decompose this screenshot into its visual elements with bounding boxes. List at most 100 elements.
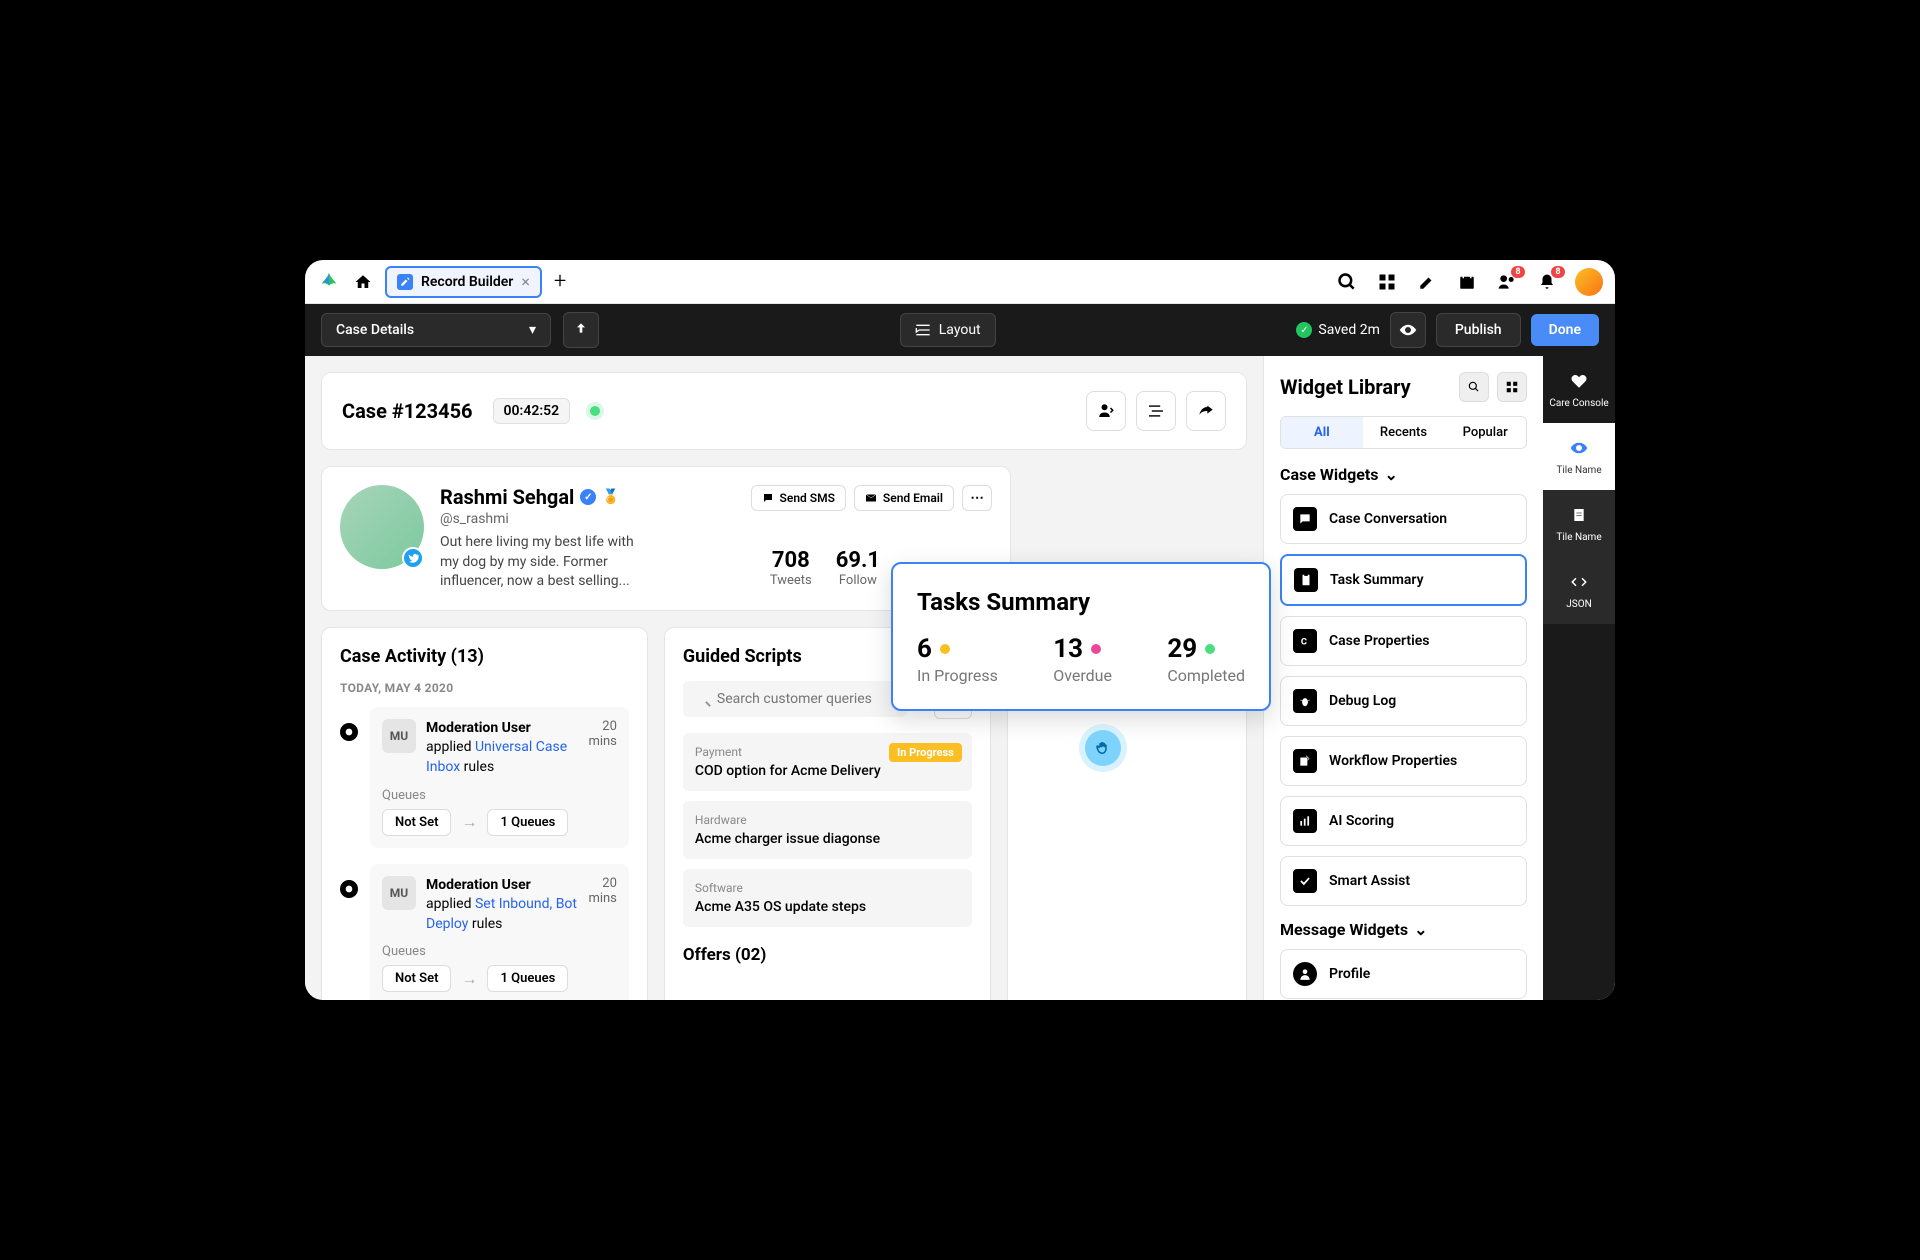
queue-button[interactable]: [1136, 391, 1176, 431]
case-header-card: Case #123456 00:42:52: [321, 372, 1247, 450]
status-dot: [590, 406, 600, 416]
stat-tweets: 708 Tweets: [770, 548, 812, 588]
offers-title: Offers (02): [683, 945, 972, 965]
widget-case-conversation[interactable]: Case Conversation: [1280, 494, 1527, 544]
widget-library: Widget Library All Recents Popular Case …: [1263, 356, 1543, 1000]
app-logo: [317, 270, 341, 294]
activity-text: Moderation User applied Set Inbound, Bot…: [426, 876, 578, 935]
tab-record-builder[interactable]: Record Builder ×: [385, 266, 542, 298]
agent-button[interactable]: [1086, 391, 1126, 431]
widget-profile[interactable]: Profile: [1280, 949, 1527, 999]
properties-icon: C: [1293, 629, 1317, 653]
send-sms-button[interactable]: Send SMS: [751, 485, 846, 511]
widget-workflow-properties[interactable]: Workflow Properties: [1280, 736, 1527, 786]
tab-label: Record Builder: [421, 274, 513, 290]
message-widgets-header[interactable]: Message Widgets ⌄: [1280, 920, 1527, 939]
publish-button[interactable]: Publish: [1436, 313, 1521, 347]
chat-icon: [1293, 507, 1317, 531]
user-avatar[interactable]: [1575, 268, 1603, 296]
more-button[interactable]: ⋯: [962, 485, 992, 511]
grab-cursor-icon: [1085, 730, 1121, 766]
apps-icon[interactable]: [1375, 270, 1399, 294]
preview-button[interactable]: [1390, 312, 1426, 348]
widget-debug-log[interactable]: Debug Log: [1280, 676, 1527, 726]
home-button[interactable]: [349, 268, 377, 296]
check-icon: ✓: [1296, 322, 1312, 338]
search-input[interactable]: [683, 681, 907, 717]
widget-smart-assist[interactable]: Smart Assist: [1280, 856, 1527, 906]
chevron-down-icon: ⌄: [1414, 920, 1427, 939]
rail-json[interactable]: JSON: [1543, 557, 1615, 624]
chevron-down-icon: ⌄: [1385, 465, 1398, 484]
saved-status: ✓ Saved 2m: [1296, 322, 1379, 338]
check-icon: [1293, 869, 1317, 893]
widget-case-properties[interactable]: CCase Properties: [1280, 616, 1527, 666]
profile-icon: [1293, 962, 1317, 986]
library-search-icon[interactable]: [1459, 372, 1489, 402]
rail-care-console[interactable]: Care Console: [1543, 356, 1615, 423]
stat-completed: 29 Completed: [1167, 634, 1245, 685]
profile-bio: Out here living my best life with my dog…: [440, 533, 650, 592]
user-badge: MU: [382, 719, 416, 753]
script-item[interactable]: Hardware Acme charger issue diagonse: [683, 801, 972, 859]
tab-icon: [397, 274, 413, 290]
profile-avatar: [340, 485, 424, 569]
eye-icon: [1568, 437, 1590, 459]
activity-dot-icon: [340, 723, 358, 741]
add-tab-button[interactable]: +: [550, 269, 570, 294]
activity-item: MU Moderation User applied Set Inbound, …: [340, 864, 629, 1000]
doc-icon: [1568, 504, 1590, 526]
send-email-button[interactable]: Send Email: [854, 485, 954, 511]
toolbar: Case Details ▾ Layout ✓ Saved 2m Publish…: [305, 304, 1615, 356]
stat-followers: 69.1 Follow: [836, 548, 880, 588]
tab-popular[interactable]: Popular: [1444, 417, 1526, 448]
queue-not-set[interactable]: Not Set: [382, 965, 451, 992]
done-button[interactable]: Done: [1531, 314, 1599, 346]
script-item[interactable]: Payment COD option for Acme Delivery In …: [683, 733, 972, 791]
bell-icon[interactable]: 8: [1535, 270, 1559, 294]
tab-close-icon[interactable]: ×: [521, 272, 530, 291]
calendar-icon[interactable]: [1455, 270, 1479, 294]
svg-text:C: C: [1301, 637, 1307, 648]
activity-date: TODAY, MAY 4 2020: [340, 681, 629, 695]
tab-all[interactable]: All: [1281, 417, 1363, 448]
share-button[interactable]: [563, 312, 599, 348]
queue-not-set[interactable]: Not Set: [382, 809, 451, 836]
stat-in-progress: 6 In Progress: [917, 634, 998, 685]
search-icon[interactable]: [1335, 270, 1359, 294]
library-title: Widget Library: [1280, 375, 1451, 399]
script-item[interactable]: Software Acme A35 OS update steps: [683, 869, 972, 927]
heart-icon: [1568, 370, 1590, 392]
medal-icon: 🏅: [602, 489, 619, 505]
chevron-down-icon: ▾: [529, 322, 536, 338]
forward-button[interactable]: [1186, 391, 1226, 431]
case-details-dropdown[interactable]: Case Details ▾: [321, 313, 551, 347]
tasks-title: Tasks Summary: [917, 588, 1245, 616]
user-badge: MU: [382, 876, 416, 910]
clipboard-icon: [1294, 568, 1318, 592]
queues-label: Queues: [382, 788, 617, 803]
tasks-summary-popup[interactable]: Tasks Summary 6 In Progress 13 Overdue 2…: [891, 562, 1271, 711]
stat-overdue: 13 Overdue: [1053, 634, 1112, 685]
badge: 8: [1511, 266, 1525, 278]
tab-recents[interactable]: Recents: [1363, 417, 1445, 448]
code-icon: [1568, 571, 1590, 593]
queue-count[interactable]: 1 Queues: [487, 809, 568, 836]
timer: 00:42:52: [493, 398, 571, 424]
case-widgets-header[interactable]: Case Widgets ⌄: [1280, 465, 1527, 484]
topbar: Record Builder × + 8 8: [305, 260, 1615, 304]
widget-task-summary[interactable]: Task Summary: [1280, 554, 1527, 606]
layout-button[interactable]: Layout: [900, 313, 996, 347]
layout-label: Layout: [939, 322, 981, 338]
arrow-icon: →: [461, 812, 477, 832]
bug-icon: [1293, 689, 1317, 713]
activity-title: Case Activity (13): [340, 646, 629, 667]
people-icon[interactable]: 8: [1495, 270, 1519, 294]
library-grid-icon[interactable]: [1497, 372, 1527, 402]
widget-ai-scoring[interactable]: AI Scoring: [1280, 796, 1527, 846]
badge: 8: [1551, 266, 1565, 278]
queue-count[interactable]: 1 Queues: [487, 965, 568, 992]
rail-tile-name-1[interactable]: Tile Name: [1543, 423, 1615, 490]
edit-icon[interactable]: [1415, 270, 1439, 294]
rail-tile-name-2[interactable]: Tile Name: [1543, 490, 1615, 557]
